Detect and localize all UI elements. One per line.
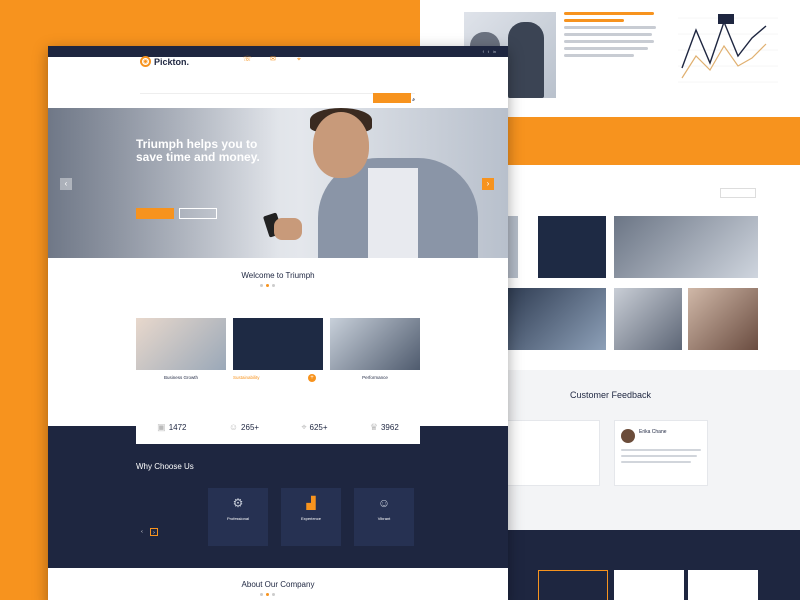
why-card-title: Professional bbox=[226, 516, 249, 521]
stat-item: ▣ 1472 bbox=[157, 422, 186, 433]
trophy-icon: ♛ bbox=[369, 421, 378, 432]
stat-value: 265+ bbox=[241, 422, 260, 432]
intro-text-block bbox=[564, 12, 660, 61]
feature-card-sustainability[interactable] bbox=[233, 318, 323, 370]
hero-primary-button[interactable] bbox=[136, 208, 174, 219]
stat-item: ☺ 265+ bbox=[229, 422, 259, 432]
phone-icon: ☏ bbox=[243, 56, 252, 63]
hero-secondary-button[interactable] bbox=[179, 208, 217, 219]
why-choose-us-title: Why Choose Us bbox=[136, 462, 194, 471]
line-chart bbox=[678, 14, 778, 83]
project-card-navy[interactable] bbox=[538, 216, 606, 278]
slider-prev-icon[interactable]: ‹ bbox=[60, 178, 72, 190]
slider-next-icon[interactable]: › bbox=[482, 178, 494, 190]
testimonial-name: Erika Chane bbox=[639, 429, 667, 435]
customer-feedback-title: Customer Feedback bbox=[570, 390, 652, 400]
search-icon[interactable]: ⌕ bbox=[412, 97, 415, 103]
welcome-title: Welcome to Triumph bbox=[241, 271, 315, 280]
front-page: f t in ◉ Pickton. ☏ ✉ ⌖ ⌕ Triumph helps … bbox=[48, 46, 508, 600]
project-image[interactable] bbox=[688, 288, 758, 350]
stats-bar: ▣ 1472 ☺ 265+ ⌖ 625+ ♛ 3962 bbox=[136, 410, 420, 444]
hero-title: Triumph helps you to save time and money… bbox=[136, 137, 260, 164]
project-image[interactable] bbox=[506, 288, 606, 350]
location-icon: ⌖ bbox=[301, 421, 307, 432]
feature-label: Business Growth bbox=[163, 375, 198, 380]
about-title: About Our Company bbox=[241, 580, 315, 589]
why-card-title: Experience bbox=[300, 516, 321, 521]
user-icon: ☺ bbox=[228, 422, 239, 432]
location-pin-icon: ⌖ bbox=[297, 56, 301, 63]
contact-call: ☏ bbox=[243, 56, 254, 64]
twitter-icon[interactable]: t bbox=[488, 49, 489, 54]
stat-item: ♛ 3962 bbox=[370, 422, 399, 433]
why-card[interactable]: ⚙ Professional bbox=[208, 488, 268, 546]
series-orange-line bbox=[681, 43, 767, 79]
social-links: f t in bbox=[483, 49, 500, 54]
facebook-icon[interactable]: f bbox=[483, 49, 484, 54]
blog-card[interactable] bbox=[614, 570, 684, 600]
contact-office: ⌖ bbox=[297, 56, 308, 64]
plus-icon[interactable]: + bbox=[308, 374, 316, 382]
mail-icon: ✉ bbox=[270, 56, 276, 63]
why-choose-us-section: Why Choose Us ⚙ Professional ▟ Experienc… bbox=[48, 426, 508, 568]
stat-value: 625+ bbox=[309, 422, 328, 432]
header-contacts: ☏ ✉ ⌖ bbox=[243, 56, 308, 64]
linkedin-icon[interactable]: in bbox=[493, 49, 496, 54]
why-card-title: Vibrant bbox=[377, 516, 391, 521]
consultation-button[interactable] bbox=[373, 93, 411, 103]
stat-value: 1472 bbox=[168, 422, 187, 432]
project-image[interactable] bbox=[614, 288, 682, 350]
hero-slider: Triumph helps you to save time and money… bbox=[48, 108, 508, 258]
stat-value: 3962 bbox=[380, 422, 399, 432]
section-divider bbox=[260, 593, 275, 596]
logo-name: Pickton. bbox=[154, 56, 190, 67]
person-icon: ☺ bbox=[377, 496, 391, 510]
site-logo[interactable]: ◉ Pickton. bbox=[140, 56, 189, 67]
view-more-button[interactable] bbox=[720, 188, 756, 198]
testimonial-card bbox=[506, 420, 600, 486]
blog-card[interactable] bbox=[688, 570, 758, 600]
avatar bbox=[621, 429, 635, 443]
why-card[interactable]: ☺ Vibrant bbox=[354, 488, 414, 546]
briefcase-icon: ▣ bbox=[157, 421, 166, 432]
chart-icon: ▟ bbox=[306, 496, 316, 510]
blog-card[interactable] bbox=[538, 570, 608, 600]
feature-image-performance[interactable] bbox=[330, 318, 420, 370]
section-divider bbox=[260, 284, 275, 287]
prev-arrow-icon[interactable]: ‹ bbox=[138, 528, 146, 536]
why-card[interactable]: ▟ Experience bbox=[281, 488, 341, 546]
testimonial-card: Erika Chane bbox=[614, 420, 708, 486]
read-more-button[interactable] bbox=[570, 86, 612, 96]
contact-email: ✉ bbox=[270, 56, 281, 64]
logo-icon: ◉ bbox=[140, 56, 151, 67]
professional-icon: ⚙ bbox=[232, 496, 244, 510]
project-image[interactable] bbox=[614, 216, 758, 278]
next-arrow-icon[interactable]: › bbox=[150, 528, 158, 536]
feature-image-business-growth[interactable] bbox=[136, 318, 226, 370]
stat-item: ⌖ 625+ bbox=[301, 422, 327, 433]
feature-label: Performance bbox=[362, 375, 388, 380]
